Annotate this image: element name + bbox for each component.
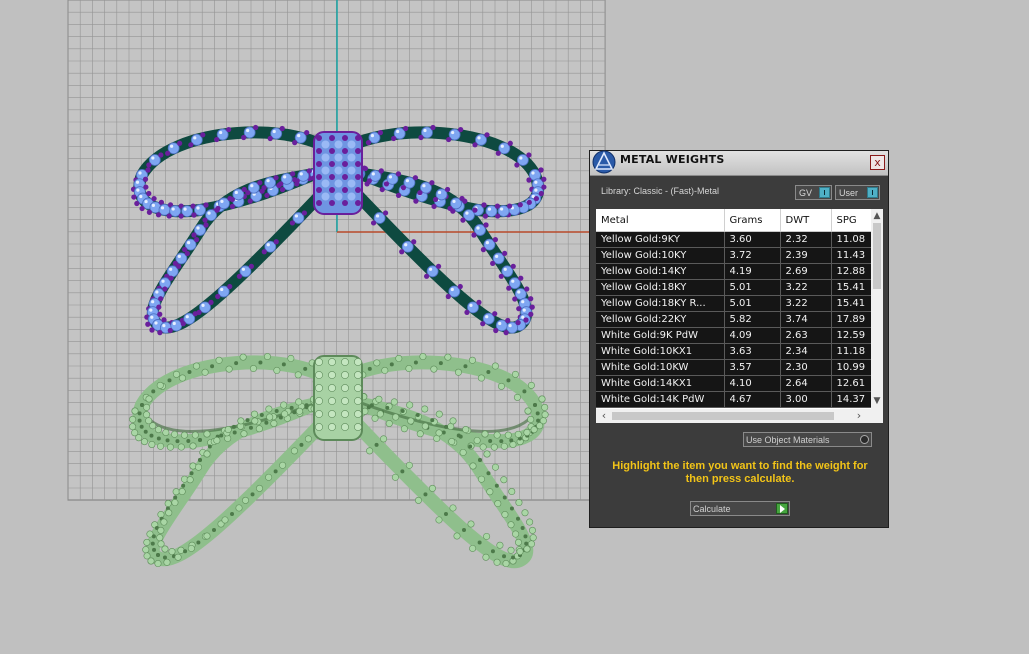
close-button[interactable]: x [870, 155, 885, 170]
panel-titlebar[interactable]: METAL WEIGHTS x [590, 150, 888, 176]
table-cell: 4.09 [724, 327, 781, 344]
table-cell: White Gold:10KW [596, 359, 725, 376]
scroll-up-icon[interactable]: ▲ [871, 210, 883, 222]
table-cell: 12.61 [831, 375, 872, 392]
table-body: Yellow Gold:9KY 3.60 2.32 11.08 Yellow Gold:… [596, 231, 872, 408]
table-cell: 5.01 [724, 295, 781, 312]
table-cell: Yellow Gold:10KY [596, 247, 725, 264]
column-header[interactable]: SPG [831, 209, 872, 232]
table-cell: 3.74 [780, 311, 832, 328]
user-toggle-label: User [839, 188, 859, 198]
vertical-scrollbar[interactable]: ▲ ▼ [871, 209, 883, 409]
table-row[interactable]: Yellow Gold:10KY 3.72 2.39 11.43 [596, 247, 872, 264]
table-cell: 2.63 [780, 327, 832, 344]
table-cell: 3.00 [780, 391, 832, 408]
metal-weights-table: Metal Grams DWT SPG Yellow Gold:9KY 3.60 2.32… [596, 209, 872, 408]
column-header[interactable]: Metal [596, 209, 725, 232]
table-row[interactable]: White Gold:10KX1 3.63 2.34 11.18 [596, 343, 872, 360]
table-row[interactable]: Yellow Gold:18KY 5.01 3.22 15.41 [596, 279, 872, 296]
scroll-down-icon[interactable]: ▼ [871, 395, 883, 407]
radio-icon [860, 435, 869, 444]
table-cell: Yellow Gold:22KY [596, 311, 725, 328]
table-cell: 2.69 [780, 263, 832, 280]
table-cell: White Gold:14KX1 [596, 375, 725, 392]
horizontal-scroll-thumb[interactable] [612, 412, 834, 420]
table-row[interactable]: Yellow Gold:22KY 5.82 3.74 17.89 [596, 311, 872, 328]
scroll-left-icon[interactable]: ‹ [597, 409, 611, 423]
play-icon [776, 503, 788, 514]
table-cell: 17.89 [831, 311, 872, 328]
table-cell: 11.18 [831, 343, 872, 360]
table-cell: Yellow Gold:14KY [596, 263, 725, 280]
library-label: Library: Classic - (Fast)-Metal [601, 186, 720, 196]
table-cell: 12.59 [831, 327, 872, 344]
table-cell: 5.01 [724, 279, 781, 296]
panel-title: METAL WEIGHTS [620, 153, 725, 166]
table-cell: 11.08 [831, 231, 872, 248]
table-cell: 15.41 [831, 279, 872, 296]
column-header[interactable]: Grams [724, 209, 781, 232]
table-cell: White Gold:14K PdW [596, 391, 725, 408]
table-cell: 15.41 [831, 295, 872, 312]
upper-knot-gems [316, 135, 361, 206]
table-cell: 11.43 [831, 247, 872, 264]
gv-toggle-label: GV [799, 188, 813, 198]
table-cell: 2.64 [780, 375, 832, 392]
table-cell: 5.82 [724, 311, 781, 328]
table-cell: 10.99 [831, 359, 872, 376]
table-row[interactable]: Yellow Gold:18KY R... 5.01 3.22 15.41 [596, 295, 872, 312]
table-row[interactable]: White Gold:10KW 3.57 2.30 10.99 [596, 359, 872, 376]
user-toggle[interactable]: User [835, 185, 880, 200]
table-row[interactable]: Yellow Gold:14KY 4.19 2.69 12.88 [596, 263, 872, 280]
gv-toggle[interactable]: GV [795, 185, 832, 200]
table-cell: 3.57 [724, 359, 781, 376]
calculate-button[interactable]: Calculate [690, 501, 790, 516]
table-cell: 3.72 [724, 247, 781, 264]
table-row[interactable]: White Gold:9K PdW 4.09 2.63 12.59 [596, 327, 872, 344]
table-cell: 2.30 [780, 359, 832, 376]
table-cell: 4.67 [724, 391, 781, 408]
table-header-row: Metal Grams DWT SPG [596, 209, 872, 232]
column-header[interactable]: DWT [780, 209, 832, 232]
table-row[interactable]: White Gold:14KX1 4.10 2.64 12.61 [596, 375, 872, 392]
use-object-materials-toggle[interactable]: Use Object Materials [743, 432, 872, 447]
table-cell: Yellow Gold:18KY [596, 279, 725, 296]
table-cell: 14.37 [831, 391, 872, 408]
table-cell: 3.63 [724, 343, 781, 360]
table-row[interactable]: White Gold:14K PdW 4.67 3.00 14.37 [596, 391, 872, 408]
table-cell: White Gold:9K PdW [596, 327, 725, 344]
horizontal-scrollbar[interactable]: ‹ › [596, 409, 883, 423]
table-cell: White Gold:10KX1 [596, 343, 725, 360]
gv-toggle-knob-icon [819, 187, 830, 198]
table-cell: 3.22 [780, 295, 832, 312]
use-object-materials-label: Use Object Materials [746, 435, 830, 445]
table-row[interactable]: Yellow Gold:9KY 3.60 2.32 11.08 [596, 231, 872, 248]
metal-weights-panel: METAL WEIGHTS x Library: Classic - (Fast… [589, 150, 889, 528]
table-cell: 3.22 [780, 279, 832, 296]
table-cell: Yellow Gold:18KY R... [596, 295, 725, 312]
app-logo-icon [592, 150, 616, 174]
scroll-right-icon[interactable]: › [852, 409, 866, 423]
user-toggle-knob-icon [867, 187, 878, 198]
calculate-label: Calculate [693, 504, 731, 514]
instructions-text: Highlight the item you want to find the … [612, 460, 868, 485]
table-cell: 4.10 [724, 375, 781, 392]
table-cell: 4.19 [724, 263, 781, 280]
table-cell: 2.34 [780, 343, 832, 360]
vertical-scroll-thumb[interactable] [873, 223, 881, 289]
table-cell: 2.39 [780, 247, 832, 264]
table-cell: 2.32 [780, 231, 832, 248]
table-cell: Yellow Gold:9KY [596, 231, 725, 248]
metal-table-container[interactable]: Metal Grams DWT SPG Yellow Gold:9KY 3.60 2.32… [596, 209, 883, 423]
table-cell: 3.60 [724, 231, 781, 248]
table-cell: 12.88 [831, 263, 872, 280]
